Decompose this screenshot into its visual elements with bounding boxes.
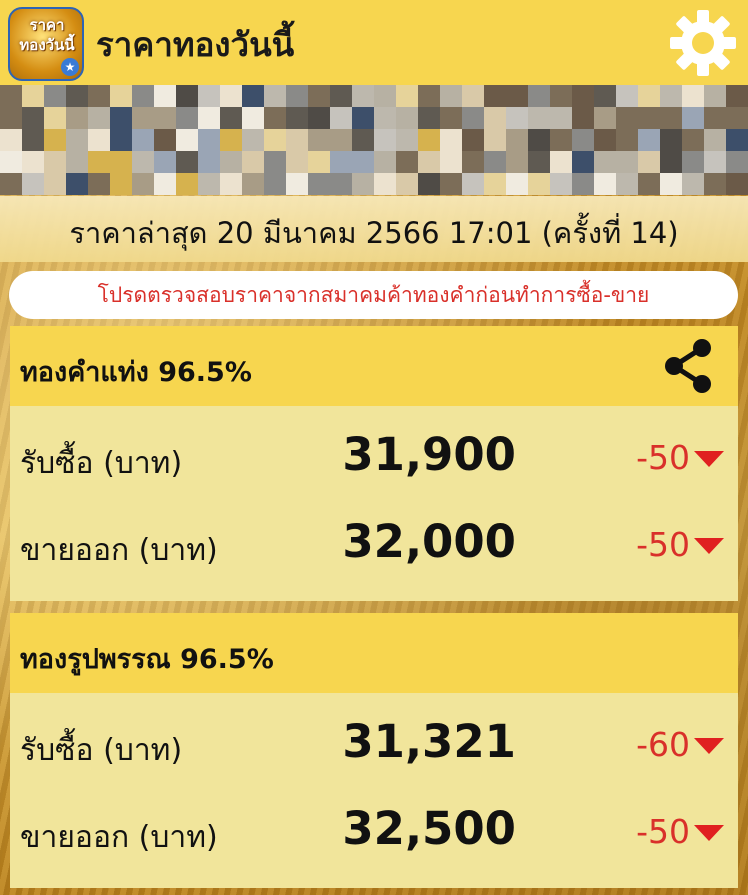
sell-change: -50 <box>636 812 690 851</box>
card-body: รับซื้อ (บาท) 31,321 -60 ขายออก (บาท) 32… <box>10 693 738 888</box>
card-body: รับซื้อ (บาท) 31,900 -50 ขายออก (บาท) 32… <box>10 406 738 601</box>
sell-price: 32,500 <box>342 802 516 855</box>
app-title: ราคาทองวันนี้ <box>96 25 295 64</box>
gear-icon[interactable] <box>668 8 738 78</box>
logo-line-2: ทองวันนี้ <box>19 36 75 54</box>
triangle-down-icon <box>694 738 724 754</box>
notice-banner: โปรดตรวจสอบราคาจากสมาคมค้าทองคำก่อนทำการ… <box>9 271 738 319</box>
sell-price: 32,000 <box>342 515 516 568</box>
card-title: ทองรูปพรรณ 96.5% <box>20 644 274 675</box>
buy-price: 31,321 <box>342 715 516 768</box>
last-update-text: ราคาล่าสุด 20 มีนาคม 2566 17:01 (ครั้งที… <box>69 216 679 250</box>
card-title: ทองคำแท่ง 96.5% <box>20 357 252 388</box>
triangle-down-icon <box>694 538 724 554</box>
buy-label: รับซื้อ (บาท) <box>20 446 183 481</box>
gold-bar-card: ทองคำแท่ง 96.5% รับซื้อ (บาท) 31,900 -50… <box>10 326 738 601</box>
share-icon[interactable] <box>658 336 718 396</box>
sell-row: ขายออก (บาท) 32,500 -50 <box>10 790 738 878</box>
buy-row: รับซื้อ (บาท) 31,900 -50 <box>10 416 738 504</box>
sell-row: ขายออก (บาท) 32,000 -50 <box>10 503 738 591</box>
buy-label: รับซื้อ (บาท) <box>20 733 183 768</box>
app-logo: ราคา ทองวันนี้ ★ <box>8 7 84 81</box>
card-header: ทองรูปพรรณ 96.5% <box>10 613 738 693</box>
app-header: ราคา ทองวันนี้ ★ ราคาทองวันนี้ <box>0 0 748 85</box>
buy-change: -50 <box>636 438 690 477</box>
buy-row: รับซื้อ (บาท) 31,321 -60 <box>10 703 738 791</box>
sell-label: ขายออก (บาท) <box>20 820 218 855</box>
logo-line-1: ราคา <box>29 16 65 34</box>
card-header: ทองคำแท่ง 96.5% <box>10 326 738 406</box>
sell-change: -50 <box>636 525 690 564</box>
sell-label: ขายออก (บาท) <box>20 533 218 568</box>
gold-jewelry-card: ทองรูปพรรณ 96.5% รับซื้อ (บาท) 31,321 -6… <box>10 613 738 888</box>
triangle-down-icon <box>694 451 724 467</box>
buy-price: 31,900 <box>342 428 516 481</box>
ad-banner[interactable] <box>0 85 748 195</box>
triangle-down-icon <box>694 825 724 841</box>
star-icon: ★ <box>61 58 79 76</box>
buy-change: -60 <box>636 725 690 764</box>
